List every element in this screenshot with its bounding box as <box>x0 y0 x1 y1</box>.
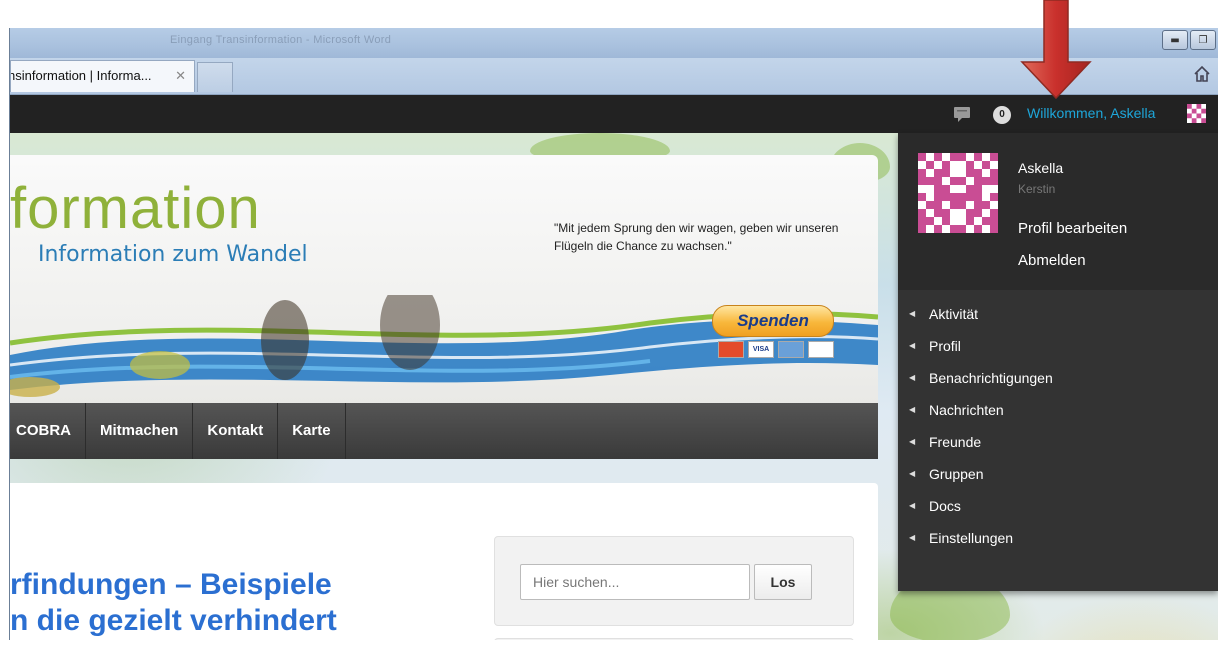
admin-bar: 0 Willkommen, Askella <box>10 95 1218 133</box>
user-display-name[interactable]: Askella <box>1018 160 1063 176</box>
restore-icon[interactable]: ❐ <box>1190 30 1216 50</box>
main-navigation: COBRA Mitmachen Kontakt Karte <box>10 403 878 459</box>
nav-item-karte[interactable]: Karte <box>278 403 346 459</box>
menu-item-label: Freunde <box>929 434 982 450</box>
account-menu: ◀ Aktivität ◀ Profil ◀ Benachrichtigungen ◀… <box>898 298 1218 554</box>
menu-item-docs[interactable]: ◀ Docs <box>898 490 1218 522</box>
caret-left-icon: ◀ <box>909 405 916 414</box>
menu-item-label: Docs <box>929 498 961 514</box>
menu-item-label: Einstellungen <box>929 530 1014 546</box>
nav-item-kontakt[interactable]: Kontakt <box>193 403 279 459</box>
main-content: rfindungen – Beispiele n die gezielt ver… <box>10 483 878 640</box>
window-controls: ▬ ❐ <box>1162 30 1216 50</box>
logout-link[interactable]: Abmelden <box>1018 252 1086 269</box>
caret-left-icon: ◀ <box>909 341 916 350</box>
post-title-line[interactable]: n die gezielt verhindert <box>10 603 337 639</box>
new-tab-button[interactable] <box>197 62 233 92</box>
red-arrow-annotation-icon <box>1020 0 1092 100</box>
user-avatar[interactable] <box>918 153 998 233</box>
menu-item-nachrichten[interactable]: ◀ Nachrichten <box>898 394 1218 426</box>
caret-left-icon: ◀ <box>909 469 916 478</box>
donate-button[interactable]: Spenden <box>712 305 834 337</box>
caret-left-icon: ◀ <box>909 501 916 510</box>
site-header-banner[interactable]: formation Information zum Wandel "Mit je… <box>10 155 878 403</box>
caret-left-icon: ◀ <box>909 533 916 542</box>
ec-card-icon <box>808 341 834 358</box>
sidebar-widget <box>494 638 854 640</box>
menu-item-aktivitaet[interactable]: ◀ Aktivität <box>898 298 1218 330</box>
search-input[interactable] <box>520 564 750 600</box>
comment-bubble-icon[interactable] <box>953 105 971 123</box>
banner-quote: "Mit jedem Sprung den wir wagen, geben w… <box>554 221 839 253</box>
notification-count-badge[interactable]: 0 <box>993 106 1011 124</box>
post-title[interactable]: rfindungen – Beispiele n die gezielt ver… <box>10 567 337 639</box>
menu-item-label: Benachrichtigungen <box>929 370 1053 386</box>
close-tab-icon[interactable]: ✕ <box>175 61 186 91</box>
menu-item-label: Gruppen <box>929 466 984 482</box>
browser-tab[interactable]: nsinformation | Informa... ✕ <box>10 60 195 92</box>
menu-item-label: Profil <box>929 338 961 354</box>
user-real-name: Kerstin <box>1018 182 1056 196</box>
avatar[interactable] <box>1187 104 1206 123</box>
user-info-panel: Askella Kerstin Profil bearbeiten Abmeld… <box>898 133 1218 290</box>
caret-left-icon: ◀ <box>909 309 916 318</box>
user-account-dropdown: Askella Kerstin Profil bearbeiten Abmeld… <box>898 133 1218 591</box>
post-title-line[interactable]: rfindungen – Beispiele <box>10 567 337 603</box>
menu-item-label: Nachrichten <box>929 402 1004 418</box>
window-title: Eingang Transinformation - Microsoft Wor… <box>170 34 392 46</box>
site-tagline: Information zum Wandel <box>38 242 308 267</box>
search-widget: Los <box>494 536 854 626</box>
menu-item-label: Aktivität <box>929 306 979 322</box>
caret-left-icon: ◀ <box>909 373 916 382</box>
browser-window: Eingang Transinformation - Microsoft Wor… <box>9 28 1218 640</box>
tab-title: nsinformation | Informa... <box>10 68 152 83</box>
caret-left-icon: ◀ <box>909 437 916 446</box>
nav-item-cobra[interactable]: COBRA <box>10 403 86 459</box>
menu-item-gruppen[interactable]: ◀ Gruppen <box>898 458 1218 490</box>
nav-item-mitmachen[interactable]: Mitmachen <box>86 403 194 459</box>
site-logo[interactable]: formation <box>10 180 261 238</box>
menu-item-freunde[interactable]: ◀ Freunde <box>898 426 1218 458</box>
home-icon[interactable] <box>1192 64 1212 84</box>
menu-item-einstellungen[interactable]: ◀ Einstellungen <box>898 522 1218 554</box>
welcome-user-link[interactable]: Willkommen, Askella <box>1027 105 1155 121</box>
mastercard-icon <box>718 341 744 358</box>
visa-icon: VISA <box>748 341 774 358</box>
search-button[interactable]: Los <box>754 564 812 600</box>
menu-item-benachrichtigungen[interactable]: ◀ Benachrichtigungen <box>898 362 1218 394</box>
payment-cards: VISA <box>718 341 834 358</box>
minimize-icon[interactable]: ▬ <box>1162 30 1188 50</box>
edit-profile-link[interactable]: Profil bearbeiten <box>1018 220 1127 237</box>
amex-icon <box>778 341 804 358</box>
menu-item-profil[interactable]: ◀ Profil <box>898 330 1218 362</box>
